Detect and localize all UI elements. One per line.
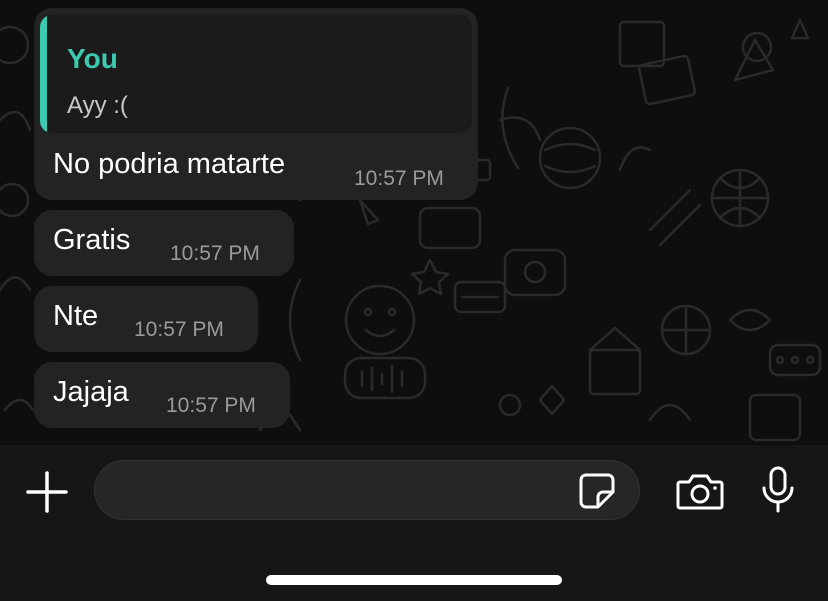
message-timestamp: 10:57 PM	[134, 318, 224, 341]
message-timestamp: 10:57 PM	[166, 394, 256, 417]
message-text: No podria matarte	[53, 148, 286, 180]
camera-icon[interactable]	[676, 471, 724, 511]
quote-accent-bar	[40, 15, 47, 133]
quote-author: You	[67, 43, 118, 74]
plus-icon[interactable]	[26, 471, 68, 513]
message-text: Gratis	[53, 224, 131, 256]
message-timestamp: 10:57 PM	[170, 242, 260, 265]
message-input[interactable]	[94, 460, 640, 520]
message-text: Jajaja	[53, 376, 129, 408]
chat-screen: You Ayy :( No podria matarte 10:57 PM Gr…	[0, 0, 828, 601]
message-bubble[interactable]: Jajaja 10:57 PM	[34, 362, 290, 428]
sticker-icon[interactable]	[578, 472, 616, 510]
message-timestamp: 10:57 PM	[354, 167, 444, 190]
message-text: Nte	[53, 300, 99, 332]
message-bubble[interactable]: Nte 10:57 PM	[34, 286, 258, 352]
message-bubble[interactable]: You Ayy :( No podria matarte 10:57 PM	[34, 8, 478, 200]
message-composer	[0, 445, 828, 601]
message-bubble[interactable]: Gratis 10:57 PM	[34, 210, 294, 276]
microphone-icon[interactable]	[760, 466, 796, 514]
quoted-reply[interactable]: You Ayy :(	[40, 15, 472, 133]
quote-text: Ayy :(	[67, 92, 128, 119]
home-indicator[interactable]	[266, 575, 562, 585]
